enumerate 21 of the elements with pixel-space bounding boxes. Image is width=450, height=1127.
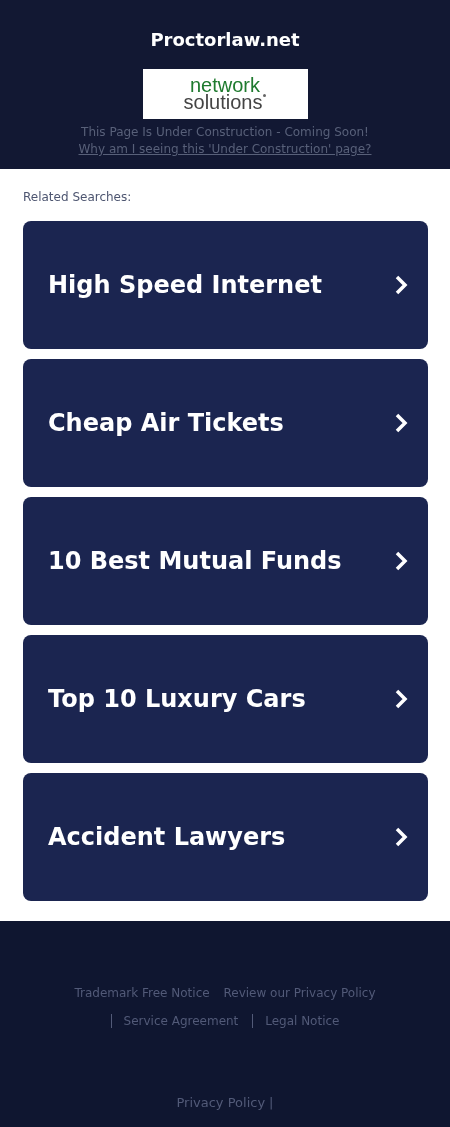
logo: network solutions xyxy=(142,69,308,119)
chevron-right-icon xyxy=(394,688,408,710)
chevron-right-icon xyxy=(394,550,408,572)
search-link-card[interactable]: 10 Best Mutual Funds xyxy=(23,497,428,625)
chevron-right-icon xyxy=(394,274,408,296)
site-title: Proctorlaw.net xyxy=(150,29,300,51)
section-heading: Related Searches: xyxy=(23,189,133,206)
footer-link[interactable]: Review our Privacy Policy xyxy=(223,986,376,1000)
search-link-card[interactable]: Accident Lawyers xyxy=(23,773,428,901)
privacy-link[interactable]: Privacy Policy xyxy=(176,1095,266,1110)
search-link-card[interactable]: Top 10 Luxury Cars xyxy=(23,635,428,763)
footer-link[interactable]: Trademark Free Notice xyxy=(74,986,210,1000)
separator: | xyxy=(269,1095,274,1110)
chevron-right-icon xyxy=(394,412,408,434)
info-link[interactable]: Why am I seeing this 'Under Construction' page? xyxy=(78,141,372,158)
chevron-right-icon xyxy=(394,826,408,848)
search-link-card[interactable]: High Speed Internet xyxy=(23,221,428,349)
search-link-card[interactable]: Cheap Air Tickets xyxy=(23,359,428,487)
footer-link[interactable]: Legal Notice xyxy=(252,1014,340,1028)
construction-notice: This Page Is Under Construction - Coming Soon! xyxy=(81,124,369,141)
footer-link[interactable]: Service Agreement xyxy=(110,1014,239,1028)
